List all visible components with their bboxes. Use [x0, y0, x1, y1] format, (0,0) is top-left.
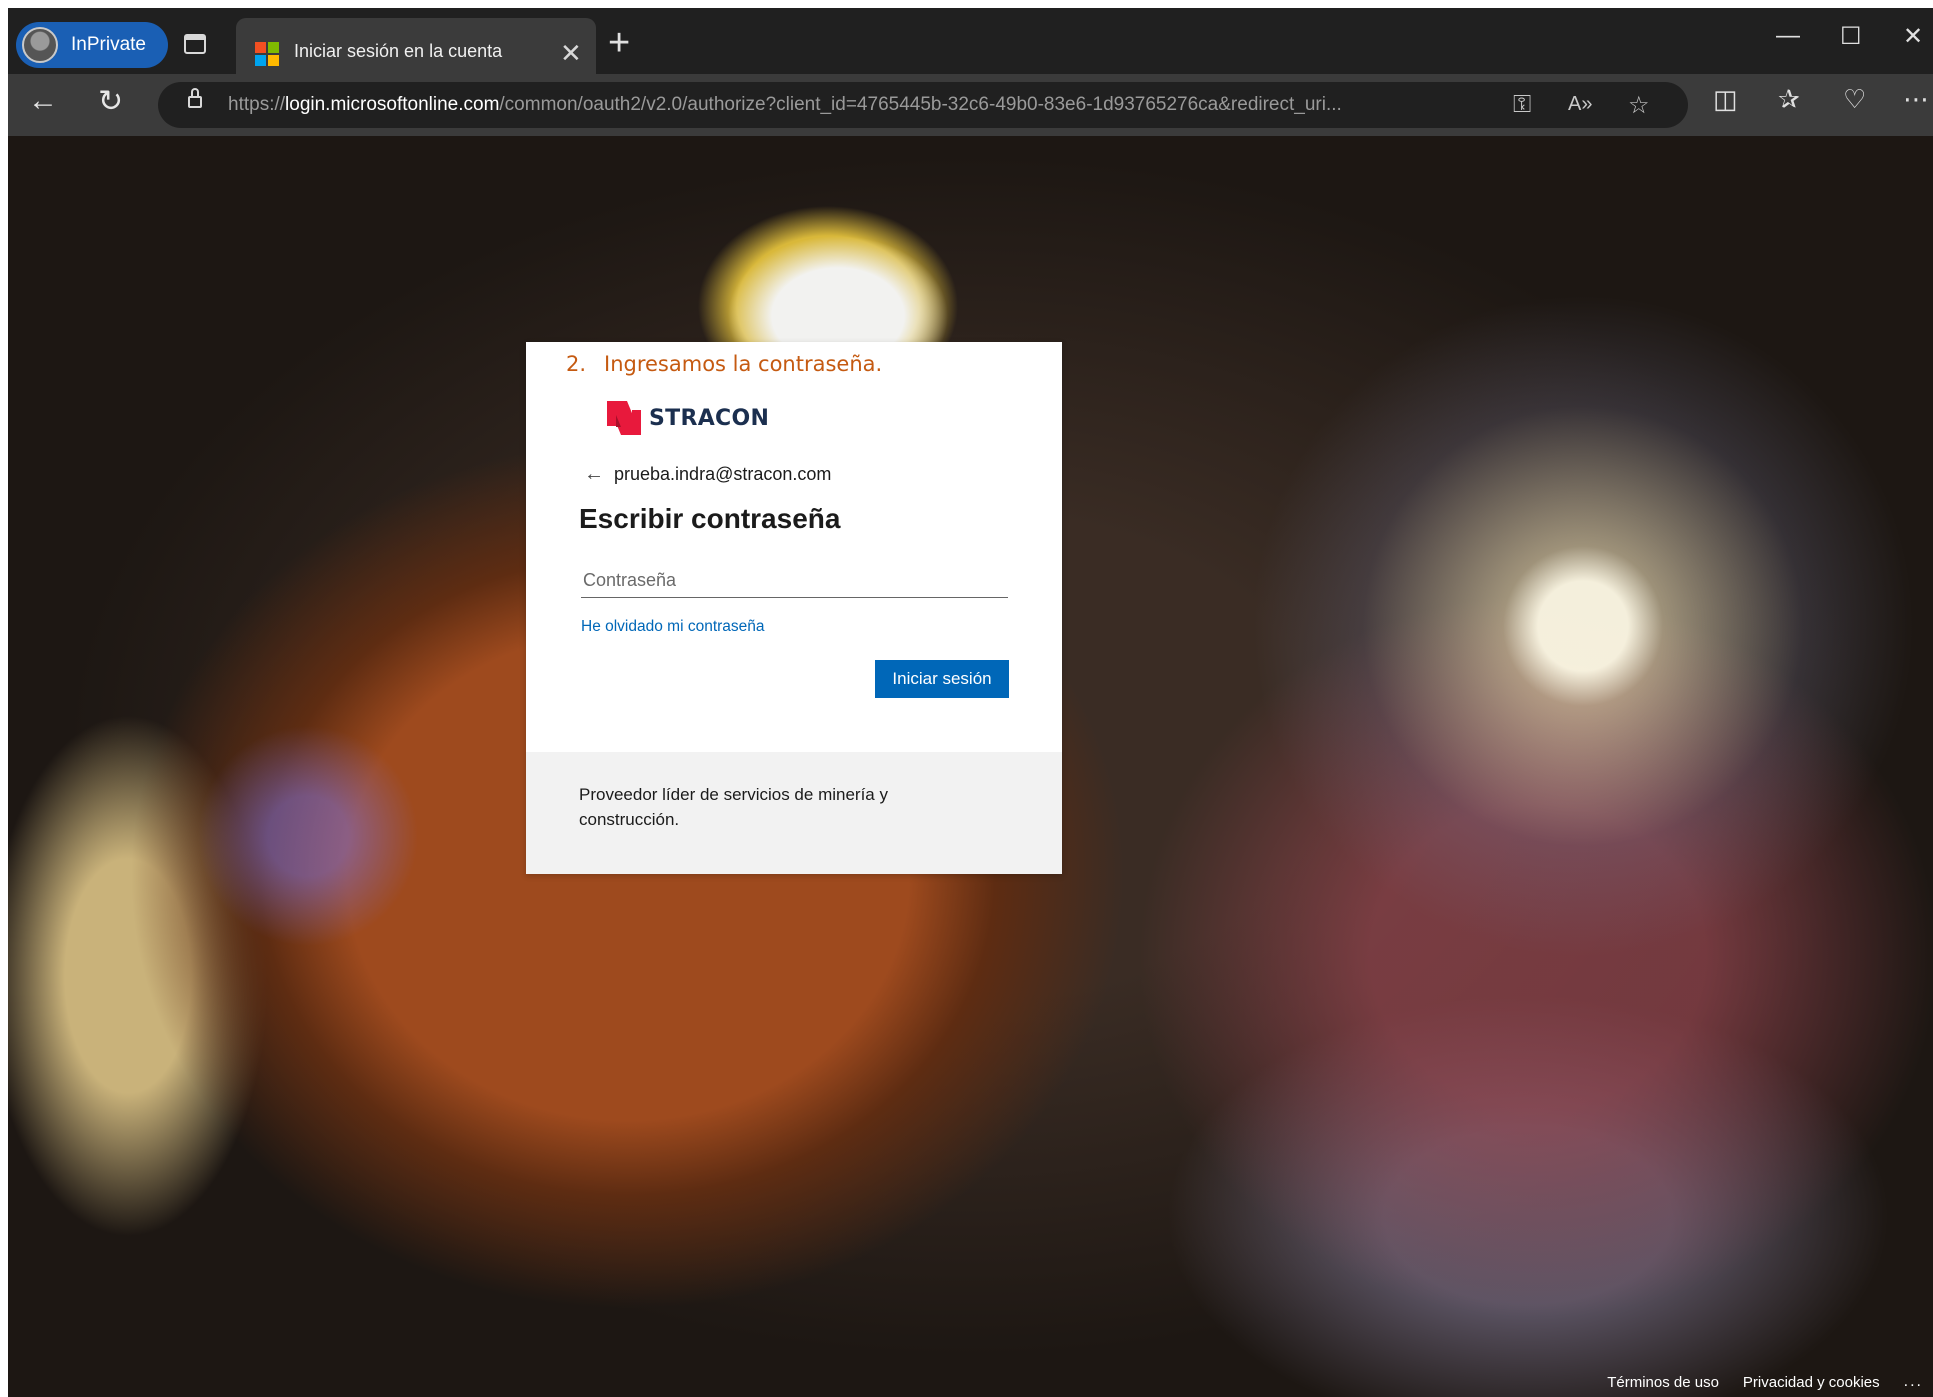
- brand-name: STRACON: [649, 405, 770, 431]
- new-tab-icon[interactable]: +: [608, 22, 630, 65]
- page-background: 2. Ingresamos la contraseña. STRACON ← pr…: [8, 136, 1933, 1397]
- favorite-star-icon[interactable]: ☆: [1628, 91, 1650, 120]
- browser-window: InPrivate Iniciar sesión en la cuenta ✕ …: [8, 8, 1933, 1397]
- forgot-password-link[interactable]: He olvidado mi contraseña: [581, 618, 765, 636]
- refresh-icon[interactable]: ↻: [98, 84, 123, 119]
- stracon-logo-icon: [607, 401, 641, 435]
- favorites-icon[interactable]: ✰: [1778, 84, 1800, 115]
- back-icon[interactable]: ←: [28, 84, 58, 118]
- maximize-icon[interactable]: ☐: [1840, 22, 1862, 51]
- inprivate-button[interactable]: InPrivate: [16, 22, 168, 68]
- tab-actions-icon[interactable]: [184, 34, 206, 54]
- address-bar[interactable]: https://login.microsoftonline.com/common…: [158, 82, 1688, 128]
- step-text: Ingresamos la contraseña.: [604, 352, 883, 376]
- step-annotation: 2. Ingresamos la contraseña.: [566, 352, 882, 376]
- profile-avatar-icon: [22, 27, 58, 63]
- window-close-icon[interactable]: ✕: [1903, 22, 1923, 51]
- key-icon[interactable]: ⚿: [1513, 91, 1531, 119]
- split-screen-icon[interactable]: ◫: [1713, 84, 1738, 115]
- browser-toolbar: ← ↻ https://login.microsoftonline.com/co…: [8, 74, 1933, 136]
- back-arrow-icon[interactable]: ←: [584, 463, 604, 486]
- identity-banner[interactable]: ← prueba.indra@stracon.com: [584, 463, 831, 486]
- login-card: 2. Ingresamos la contraseña. STRACON ← pr…: [526, 342, 1062, 874]
- lock-icon[interactable]: [188, 88, 202, 108]
- page-footer: Términos de uso Privacidad y cookies ...: [1607, 1373, 1933, 1391]
- privacy-link[interactable]: Privacidad y cookies: [1743, 1374, 1880, 1391]
- settings-more-icon[interactable]: ⋯: [1903, 84, 1929, 115]
- card-footer: Proveedor líder de servicios de minería …: [526, 752, 1062, 874]
- inprivate-label: InPrivate: [71, 34, 146, 55]
- terms-link[interactable]: Términos de uso: [1607, 1374, 1719, 1391]
- page-title: Escribir contraseña: [579, 503, 841, 534]
- more-options-icon[interactable]: ...: [1904, 1373, 1923, 1391]
- stracon-logo: STRACON: [607, 401, 769, 435]
- company-description: Proveedor líder de servicios de minería …: [579, 785, 888, 829]
- user-email: prueba.indra@stracon.com: [614, 464, 832, 484]
- tab-close-icon[interactable]: ✕: [560, 38, 582, 69]
- step-number: 2.: [566, 352, 587, 376]
- signin-button[interactable]: Iniciar sesión: [875, 660, 1009, 698]
- tab-title: Iniciar sesión en la cuenta: [294, 41, 503, 61]
- password-input[interactable]: [581, 563, 1008, 598]
- url-text: https://login.microsoftonline.com/common…: [228, 94, 1342, 115]
- browser-essentials-icon[interactable]: ♡: [1843, 84, 1866, 115]
- minimize-icon[interactable]: —: [1776, 22, 1800, 50]
- microsoft-logo-icon: [255, 42, 279, 66]
- read-aloud-icon[interactable]: A»: [1568, 93, 1592, 116]
